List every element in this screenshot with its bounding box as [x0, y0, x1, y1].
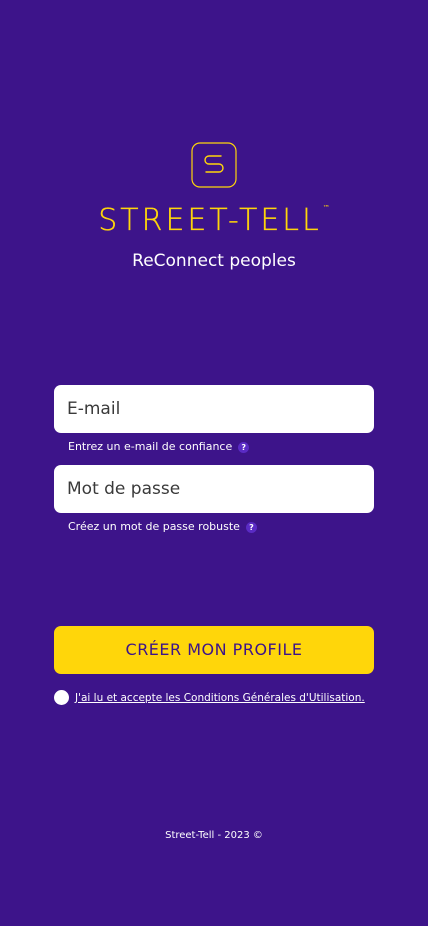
password-field[interactable]: [54, 465, 374, 513]
password-hint-text: Créez un mot de passe robuste: [68, 520, 240, 533]
help-icon[interactable]: ?: [245, 521, 257, 533]
help-icon[interactable]: ?: [238, 441, 250, 453]
terms-checkbox[interactable]: [54, 690, 69, 705]
email-hint: Entrez un e-mail de confiance ?: [68, 440, 250, 454]
brand-wordmark: STREET-TELL™: [0, 203, 428, 238]
s-badge-icon: [191, 142, 237, 188]
trademark-symbol: ™: [322, 204, 330, 212]
brand-name: STREET-TELL: [98, 203, 322, 238]
footer-copyright: Street-Tell - 2023 ©: [165, 830, 263, 841]
logo: [0, 142, 428, 192]
create-profile-button[interactable]: CRÉER MON PROFILE: [54, 626, 374, 674]
email-field[interactable]: [54, 385, 374, 433]
password-input[interactable]: [54, 465, 374, 513]
password-hint: Créez un mot de passe robuste ?: [68, 520, 257, 534]
brand-tagline: ReConnect peoples: [132, 251, 296, 271]
email-input[interactable]: [54, 385, 374, 433]
terms-row: J'ai lu et accepte les Conditions Généra…: [54, 690, 384, 705]
email-hint-text: Entrez un e-mail de confiance: [68, 440, 233, 453]
terms-link[interactable]: J'ai lu et accepte les Conditions Généra…: [75, 692, 365, 704]
